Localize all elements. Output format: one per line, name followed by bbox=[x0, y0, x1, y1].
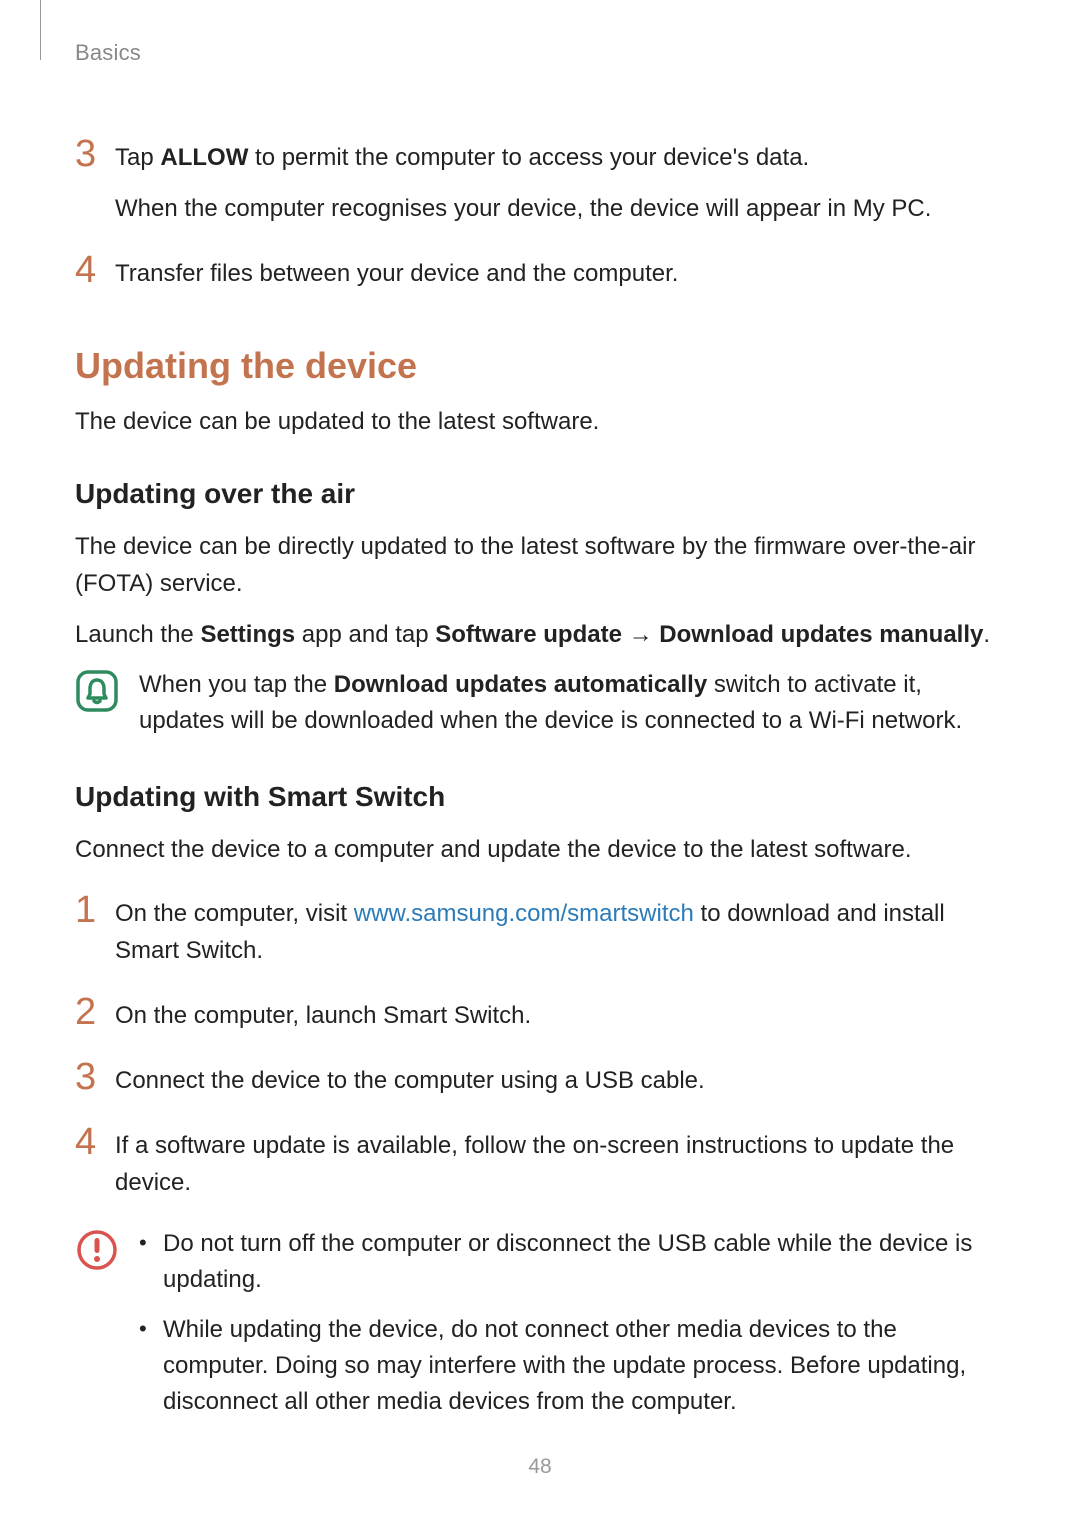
step-number: 3 bbox=[75, 1058, 115, 1098]
text: Launch the bbox=[75, 621, 200, 648]
bold-text: Download updates manually bbox=[659, 621, 983, 648]
bold-text: Settings bbox=[200, 621, 295, 648]
section-label: Basics bbox=[75, 40, 141, 65]
paragraph: Launch the Settings app and tap Software… bbox=[75, 616, 1005, 653]
note-box: When you tap the Download updates automa… bbox=[75, 667, 1005, 739]
step-item: 1 On the computer, visit www.samsung.com… bbox=[75, 891, 1005, 969]
step-number: 3 bbox=[75, 135, 115, 175]
paragraph: The device can be updated to the latest … bbox=[75, 403, 1005, 440]
text: to permit the computer to access your de… bbox=[248, 144, 809, 171]
step-item: 4 Transfer files between your device and… bbox=[75, 251, 1005, 292]
warning-icon bbox=[75, 1228, 119, 1272]
heading-2: Updating over the air bbox=[75, 478, 1005, 510]
arrow-icon: → bbox=[622, 621, 659, 648]
list-item: While updating the device, do not connec… bbox=[139, 1312, 1005, 1420]
step-body: On the computer, visit www.samsung.com/s… bbox=[115, 891, 1005, 969]
step-body: Connect the device to the computer using… bbox=[115, 1058, 705, 1099]
text: When you tap the bbox=[139, 671, 334, 698]
warning-box: Do not turn off the computer or disconne… bbox=[75, 1226, 1005, 1434]
paragraph: The device can be directly updated to th… bbox=[75, 528, 1005, 602]
step-body: Tap ALLOW to permit the computer to acce… bbox=[115, 135, 931, 227]
step-number: 4 bbox=[75, 251, 115, 291]
list-item: Do not turn off the computer or disconne… bbox=[139, 1226, 1005, 1298]
step-item: 3 Connect the device to the computer usi… bbox=[75, 1058, 1005, 1099]
text: On the computer, launch Smart Switch. bbox=[115, 997, 531, 1034]
step-item: 4 If a software update is available, fol… bbox=[75, 1123, 1005, 1201]
text: Tap bbox=[115, 144, 160, 171]
step-item: 2 On the computer, launch Smart Switch. bbox=[75, 993, 1005, 1034]
step-body: If a software update is available, follo… bbox=[115, 1123, 1005, 1201]
bell-note-icon bbox=[75, 669, 119, 713]
text: If a software update is available, follo… bbox=[115, 1127, 1005, 1201]
bold-text: Software update bbox=[435, 621, 622, 648]
page-number: 48 bbox=[0, 1455, 1080, 1479]
warning-text: Do not turn off the computer or disconne… bbox=[139, 1226, 1005, 1434]
link-text[interactable]: www.samsung.com/smartswitch bbox=[354, 900, 694, 927]
paragraph: Connect the device to a computer and upd… bbox=[75, 831, 1005, 868]
page-header: Basics bbox=[75, 40, 1005, 80]
step-body: On the computer, launch Smart Switch. bbox=[115, 993, 531, 1034]
step-number: 1 bbox=[75, 891, 115, 931]
header-rule bbox=[40, 0, 41, 60]
note-text: When you tap the Download updates automa… bbox=[139, 667, 1005, 739]
heading-1: Updating the device bbox=[75, 345, 1005, 387]
step-number: 4 bbox=[75, 1123, 115, 1163]
bold-text: Download updates automatically bbox=[334, 671, 707, 698]
text: Connect the device to the computer using… bbox=[115, 1062, 705, 1099]
text: . bbox=[983, 621, 990, 648]
step-number: 2 bbox=[75, 993, 115, 1033]
text: Transfer files between your device and t… bbox=[115, 255, 678, 292]
text: When the computer recognises your device… bbox=[115, 190, 931, 227]
heading-2: Updating with Smart Switch bbox=[75, 781, 1005, 813]
bold-text: ALLOW bbox=[160, 144, 248, 171]
step-item: 3 Tap ALLOW to permit the computer to ac… bbox=[75, 135, 1005, 227]
text: app and tap bbox=[295, 621, 435, 648]
text: On the computer, visit bbox=[115, 900, 354, 927]
step-body: Transfer files between your device and t… bbox=[115, 251, 678, 292]
